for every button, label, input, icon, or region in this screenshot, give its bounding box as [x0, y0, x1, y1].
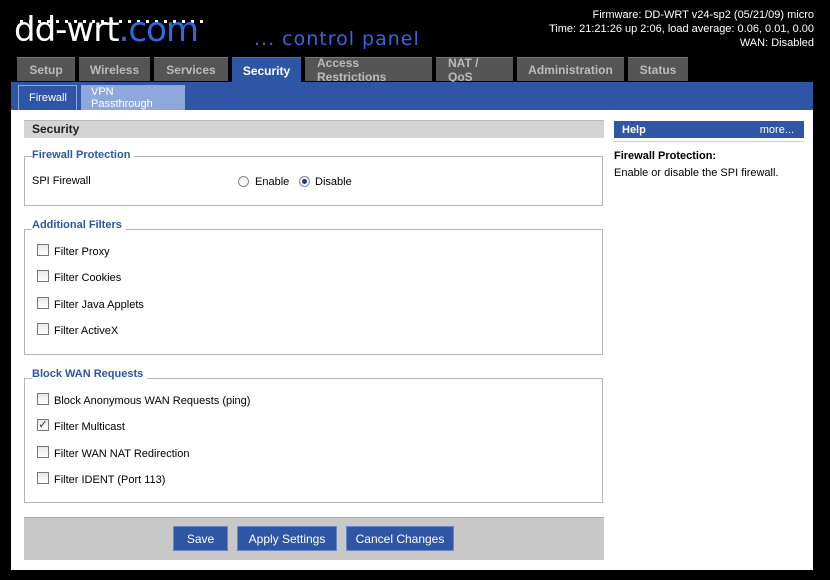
help-item-title: Firewall Protection: — [614, 150, 717, 162]
spi-enable-label: Enable — [255, 176, 290, 188]
logo-text: dd-wrt.com — [14, 10, 199, 50]
logo-main: dd-wrt — [14, 10, 120, 50]
spi-disable-radio[interactable] — [299, 176, 310, 187]
header: dd-wrt.com ... control panel Firmware: D… — [0, 0, 830, 56]
block-wan-requests-title: Block WAN Requests — [32, 368, 148, 380]
firewall-protection-title: Firewall Protection — [32, 149, 135, 161]
tab-nat-qos[interactable]: NAT / QoS — [436, 56, 513, 84]
spi-enable-radio[interactable] — [238, 176, 249, 187]
filter-activex-checkbox[interactable] — [37, 323, 49, 335]
save-button[interactable]: Save — [173, 526, 228, 551]
spi-disable-label: Disable — [315, 176, 352, 188]
block-anonymous-wan-checkbox[interactable] — [37, 393, 49, 405]
filter-wan-nat-redirection-label: Filter WAN NAT Redirection — [54, 448, 190, 460]
section-title: Security — [24, 120, 604, 138]
filter-cookies-checkbox[interactable] — [37, 270, 49, 282]
tagline: ... control panel — [254, 28, 420, 50]
cancel-changes-button[interactable]: Cancel Changes — [346, 526, 454, 551]
filter-java-applets-checkbox[interactable] — [37, 297, 49, 309]
main-tabs: Setup Wireless Services Security Access … — [17, 56, 692, 84]
logo-suffix: .com — [118, 10, 199, 50]
additional-filters-title: Additional Filters — [32, 219, 126, 231]
filter-proxy-checkbox[interactable] — [37, 244, 49, 256]
block-anonymous-wan-label: Block Anonymous WAN Requests (ping) — [54, 395, 251, 407]
spi-firewall-label: SPI Firewall — [32, 175, 91, 187]
tab-status[interactable]: Status — [628, 57, 688, 81]
tab-setup[interactable]: Setup — [17, 57, 75, 81]
wan-status-line: WAN: Disabled — [739, 37, 814, 49]
firmware-line: Firmware: DD-WRT v24-sp2 (05/21/09) micr… — [592, 9, 814, 21]
firmware-info: Firmware: DD-WRT v24-sp2 (05/21/09) micr… — [549, 8, 814, 50]
help-header: Help more... — [614, 121, 804, 138]
firewall-protection-group — [24, 156, 603, 206]
help-more-link[interactable]: more... — [760, 124, 794, 136]
filter-cookies-label: Filter Cookies — [54, 272, 122, 284]
help-item-text: Enable or disable the SPI firewall. — [614, 167, 779, 179]
tab-wireless[interactable]: Wireless — [79, 57, 150, 81]
tab-services[interactable]: Services — [154, 57, 228, 81]
checkmark-icon: ✓ — [38, 418, 48, 431]
tab-administration[interactable]: Administration — [517, 57, 624, 81]
filter-ident-checkbox[interactable] — [37, 472, 49, 484]
filter-multicast-checkbox[interactable]: ✓ — [37, 419, 49, 431]
subtab-firewall[interactable]: Firewall — [18, 85, 77, 110]
filter-activex-label: Filter ActiveX — [54, 325, 119, 337]
filter-wan-nat-redirection-checkbox[interactable] — [37, 446, 49, 458]
help-divider — [614, 141, 804, 142]
tab-security[interactable]: Security — [232, 57, 301, 83]
filter-ident-label: Filter IDENT (Port 113) — [54, 474, 166, 486]
apply-settings-button[interactable]: Apply Settings — [237, 526, 337, 551]
uptime-line: Time: 21:21:26 up 2:06, load average: 0.… — [548, 23, 814, 35]
filter-multicast-label: Filter Multicast — [54, 421, 125, 433]
filter-proxy-label: Filter Proxy — [54, 246, 110, 258]
subtab-vpn-passthrough[interactable]: VPN Passthrough — [81, 85, 185, 110]
filter-java-applets-label: Filter Java Applets — [54, 299, 144, 311]
tab-access-restrictions[interactable]: Access Restrictions — [305, 56, 432, 84]
help-title: Help — [622, 123, 646, 136]
